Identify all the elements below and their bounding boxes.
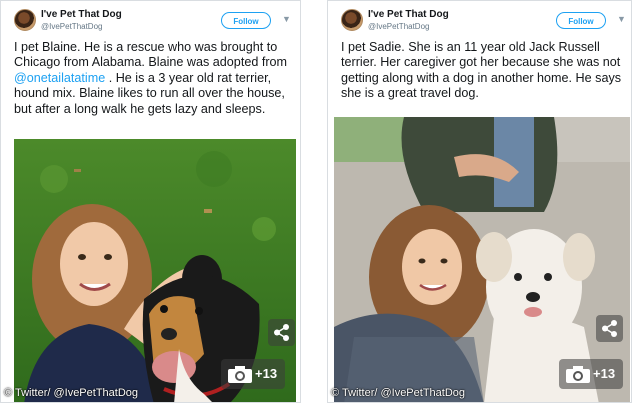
photo-gallery-button[interactable]: +13: [559, 359, 623, 389]
follow-button[interactable]: Follow: [556, 12, 606, 29]
tweet-text: I pet Sadie. She is an 11 year old Jack …: [341, 40, 622, 101]
tweet-card-blaine: I've Pet That Dog @IvePetThatDog Follow …: [0, 0, 301, 403]
photo-credit: © Twitter/ @IvePetThatDog: [331, 387, 466, 399]
follow-button[interactable]: Follow: [221, 12, 271, 29]
share-button[interactable]: [268, 319, 295, 346]
camera-icon: [228, 366, 252, 383]
photo-count: +13: [255, 366, 278, 381]
tweet-text: I pet Blaine. He is a rescue who was bro…: [14, 40, 294, 117]
mention-link[interactable]: @onetailatatime: [14, 71, 105, 85]
author-handle[interactable]: @IvePetThatDog: [41, 22, 102, 31]
author-handle[interactable]: @IvePetThatDog: [368, 22, 429, 31]
author-name[interactable]: I've Pet That Dog: [41, 9, 122, 20]
chevron-down-icon[interactable]: ▼: [282, 14, 291, 24]
camera-icon: [566, 366, 590, 383]
tweet-photo[interactable]: +13: [334, 117, 630, 402]
photo-count: +13: [593, 366, 616, 381]
share-icon: [274, 324, 289, 341]
tweet-photo[interactable]: +13: [14, 139, 296, 402]
avatar[interactable]: [14, 9, 36, 31]
tweet-card-sadie: I've Pet That Dog @IvePetThatDog Follow …: [327, 0, 632, 403]
photo-credit: © Twitter/ @IvePetThatDog: [4, 387, 139, 399]
avatar[interactable]: [341, 9, 363, 31]
chevron-down-icon[interactable]: ▼: [617, 14, 626, 24]
tweet-header: I've Pet That Dog @IvePetThatDog Follow …: [328, 1, 631, 37]
photo-gallery-button[interactable]: +13: [221, 359, 285, 389]
tweet-header: I've Pet That Dog @IvePetThatDog Follow …: [1, 1, 300, 37]
tweet-text-part: I pet Blaine. He is a rescue who was bro…: [14, 40, 288, 70]
share-button[interactable]: [596, 315, 623, 342]
share-icon: [602, 320, 617, 337]
author-name[interactable]: I've Pet That Dog: [368, 9, 449, 20]
